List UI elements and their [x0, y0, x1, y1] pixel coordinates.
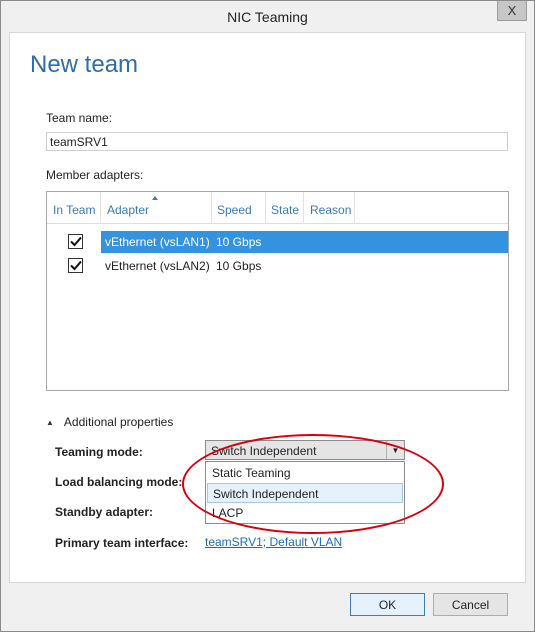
- nic-teaming-window: NIC Teaming X New team Team name: Member…: [0, 0, 535, 632]
- primary-team-interface-link[interactable]: teamSRV1; Default VLAN: [205, 535, 342, 549]
- column-separator: [303, 192, 304, 224]
- chevron-down-icon[interactable]: ▼: [386, 441, 404, 459]
- column-header-adapter[interactable]: Adapter: [107, 203, 149, 217]
- option-switch-independent[interactable]: Switch Independent: [207, 483, 403, 503]
- team-name-input[interactable]: [46, 132, 508, 151]
- title-bar: NIC Teaming X: [1, 1, 534, 32]
- adapter-speed: 10 Gbps: [216, 259, 262, 273]
- table-row[interactable]: vEthernet (vsLAN2) 10 Gbps: [47, 255, 508, 277]
- adapter-name: vEthernet (vsLAN1): [105, 235, 210, 249]
- adapter-name: vEthernet (vsLAN2): [105, 259, 210, 273]
- column-header-in-team[interactable]: In Team: [53, 203, 95, 217]
- member-adapters-list[interactable]: In Team Adapter Speed State Reason vEthe…: [46, 191, 509, 391]
- checkmark-icon: [69, 260, 82, 271]
- teaming-mode-options-list: Static Teaming Switch Independent LACP: [205, 461, 405, 524]
- column-separator: [354, 192, 355, 224]
- option-lacp[interactable]: LACP: [207, 503, 403, 523]
- primary-team-interface-label: Primary team interface:: [55, 536, 189, 550]
- column-separator: [265, 192, 266, 224]
- additional-properties-toggle[interactable]: ▲ Additional properties: [46, 415, 173, 429]
- additional-properties-label: Additional properties: [63, 415, 174, 429]
- ok-button[interactable]: OK: [350, 593, 425, 616]
- in-team-checkbox[interactable]: [68, 258, 83, 273]
- column-header-speed[interactable]: Speed: [217, 203, 252, 217]
- column-separator: [100, 192, 101, 224]
- column-header-reason[interactable]: Reason: [310, 203, 351, 217]
- adapter-speed: 10 Gbps: [216, 235, 262, 249]
- sort-ascending-icon: [152, 196, 158, 200]
- close-icon: X: [507, 3, 517, 18]
- column-header-state[interactable]: State: [271, 203, 299, 217]
- option-static-teaming[interactable]: Static Teaming: [207, 463, 403, 483]
- teaming-mode-dropdown[interactable]: Switch Independent ▼: [205, 440, 405, 460]
- dialog-content: New team Team name: Member adapters: In …: [9, 32, 526, 583]
- cancel-button[interactable]: Cancel: [433, 593, 508, 616]
- list-header: In Team Adapter Speed State Reason: [47, 192, 508, 224]
- team-name-label: Team name:: [46, 111, 113, 125]
- chevron-up-icon: ▲: [46, 418, 54, 427]
- checkmark-icon: [69, 236, 82, 247]
- in-team-checkbox[interactable]: [68, 234, 83, 249]
- teaming-mode-label: Teaming mode:: [55, 445, 143, 459]
- member-adapters-label: Member adapters:: [46, 168, 144, 182]
- load-balancing-mode-label: Load balancing mode:: [55, 475, 183, 489]
- standby-adapter-label: Standby adapter:: [55, 505, 154, 519]
- close-button[interactable]: X: [497, 1, 527, 21]
- table-row[interactable]: vEthernet (vsLAN1) 10 Gbps: [47, 231, 508, 253]
- column-separator: [211, 192, 212, 224]
- teaming-mode-selected-value: Switch Independent: [211, 444, 317, 458]
- window-title: NIC Teaming: [227, 9, 308, 25]
- page-title: New team: [30, 51, 139, 78]
